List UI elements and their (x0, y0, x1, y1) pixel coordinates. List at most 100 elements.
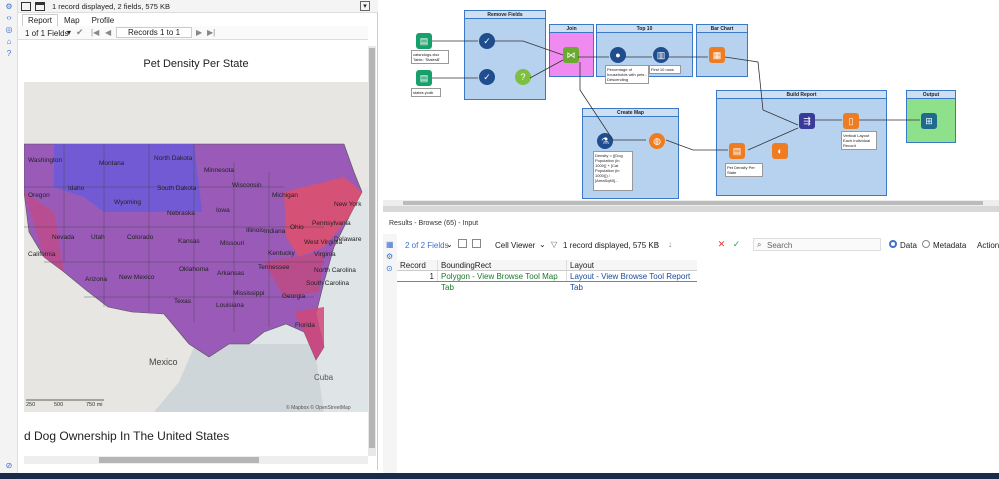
table-cell[interactable]: Polygon - View Browse Tool Map Tab (437, 271, 566, 292)
results-header: Results - Browse (65) - Input (389, 220, 479, 227)
code-icon[interactable]: ‹› (4, 13, 14, 23)
config-icon[interactable]: ⚙ (386, 252, 393, 261)
taskbar (0, 473, 999, 479)
report-navigation-bar: 1 of 1 Fields ▾ ✔ |◀ ◀ Records 1 to 1 ▶ … (18, 26, 368, 40)
search-input[interactable]: ⌕ Search (753, 238, 881, 251)
sort-up-icon[interactable]: ↑ (655, 240, 659, 249)
state-label: Michigan (272, 192, 298, 199)
info-icon[interactable]: ⊙ (386, 264, 393, 273)
state-label: Pennsylvania (312, 220, 351, 227)
table-cell: 1 (429, 272, 434, 281)
state-label: Utah (91, 234, 105, 241)
browse-status: 1 record displayed, 2 fields, 575 KB (52, 2, 170, 11)
results-table: Record BoundingRect Layout 1 Polygon - V… (397, 260, 697, 292)
filter-icon[interactable]: ▽ (551, 240, 557, 249)
state-label: Kentucky (268, 250, 295, 257)
tab-profile[interactable]: Profile (86, 14, 121, 26)
state-label: North Carolina (314, 267, 356, 274)
close-icon[interactable]: ✕ (716, 239, 727, 250)
first-record-icon[interactable]: |◀ (91, 28, 99, 37)
vertical-scrollbar[interactable] (368, 46, 376, 456)
column-header[interactable]: Record (397, 260, 437, 270)
state-label: South Dakota (157, 185, 197, 192)
state-label: Wisconsin (232, 182, 262, 189)
last-record-icon[interactable]: ▶| (207, 28, 215, 37)
metadata-radio[interactable] (922, 240, 930, 248)
check-icon[interactable]: ✔ (76, 27, 84, 38)
chevron-down-icon[interactable]: ⌄ (539, 240, 546, 249)
column-header[interactable]: Layout (566, 260, 697, 270)
sort-down-icon[interactable]: ↓ (668, 240, 672, 249)
browse-toolbar: 1 record displayed, 2 fields, 575 KB ▾ (18, 0, 378, 13)
help-icon[interactable]: ? (4, 49, 14, 59)
records-indicator: Records 1 to 1 (116, 27, 192, 38)
check-icon[interactable]: ✓ (731, 239, 742, 250)
settings-icon[interactable]: ⚙ (4, 2, 14, 12)
state-label: Texas (174, 298, 192, 305)
dropdown-icon[interactable]: ▾ (67, 28, 71, 37)
table-header-row: Record BoundingRect Layout (397, 260, 697, 271)
report-view: Pet Density Per State Washington Montana… (24, 46, 368, 446)
select-all-icon[interactable] (458, 239, 467, 248)
country-label: Cuba (314, 373, 334, 382)
state-label: Ohio (290, 224, 304, 231)
state-label: Tennessee (258, 264, 290, 271)
connector-lines (432, 40, 920, 151)
state-label: Oklahoma (179, 266, 209, 273)
table-cell[interactable]: Layout - View Browse Tool Report Tab (566, 271, 697, 292)
chevron-down-icon[interactable]: ⌄ (446, 240, 453, 249)
layout-single-icon[interactable] (21, 2, 31, 11)
data-radio[interactable] (889, 240, 897, 248)
state-label: Georgia (282, 293, 306, 300)
state-label: Iowa (216, 207, 230, 214)
left-icon-rail: ⚙ ‹› ◎ ⌂ ? ⊘ (0, 0, 18, 479)
results-side-rail: ▦ ⚙ ⊙ (383, 234, 397, 474)
workflow-canvas[interactable]: Remove Fields ✓ ✓ ? ▤ catsndogs.xlsx Tab… (383, 0, 999, 207)
fields-selector[interactable]: 1 of 1 Fields (25, 29, 69, 38)
state-label: Arkansas (217, 270, 245, 277)
data-radio-label: Data (900, 241, 917, 250)
country-label: Mexico (149, 357, 178, 367)
state-label: Colorado (127, 234, 154, 241)
cell-viewer-dropdown[interactable]: Cell Viewer (495, 241, 535, 250)
table-icon[interactable]: ▦ (386, 240, 394, 249)
results-toolbar: 2 of 2 Fields ⌄ Cell Viewer ⌄ ▽ 1 record… (403, 238, 999, 252)
horizontal-scrollbar[interactable] (24, 456, 368, 464)
state-label: Wyoming (114, 199, 141, 206)
target-icon[interactable]: ◎ (4, 25, 14, 35)
state-label: Montana (99, 160, 125, 167)
actions-menu[interactable]: Actions (977, 241, 999, 250)
tab-report[interactable]: Report (22, 14, 59, 26)
state-label: Florida (295, 322, 315, 329)
fields-dropdown[interactable]: 2 of 2 Fields (405, 241, 449, 250)
search-placeholder: Search (767, 241, 793, 250)
layout-split-icon[interactable] (35, 2, 45, 11)
prev-record-icon[interactable]: ◀ (105, 28, 111, 37)
tag-icon[interactable]: ⌂ (4, 37, 14, 47)
tab-map[interactable]: Map (58, 14, 86, 26)
next-record-icon[interactable]: ▶ (196, 28, 202, 37)
state-label: Arizona (85, 276, 107, 283)
browse-tabs: Report Map Profile (22, 14, 120, 26)
metadata-radio-label: Metadata (933, 241, 967, 250)
state-label: South Carolina (306, 280, 349, 287)
column-header[interactable]: BoundingRect (437, 260, 566, 270)
state-label: Oregon (28, 192, 50, 199)
table-row[interactable]: 1 Polygon - View Browse Tool Map Tab Lay… (397, 271, 697, 292)
state-label: Idaho (68, 185, 85, 192)
search-icon: ⌕ (757, 240, 762, 249)
state-label: Minnesota (204, 167, 234, 174)
state-label: Kansas (178, 238, 200, 245)
state-label: North Dakota (154, 155, 193, 162)
report-title: Pet Density Per State (143, 58, 249, 70)
scale-label: 250 (26, 402, 35, 408)
state-label: Washington (28, 157, 62, 164)
panel-menu-icon[interactable]: ▾ (360, 1, 370, 11)
state-label: Nevada (52, 234, 75, 241)
pet-density-map[interactable]: Washington Montana North Dakota Minnesot… (24, 82, 368, 412)
state-label: New Mexico (119, 274, 155, 281)
state-label: Mississippi (233, 290, 264, 297)
state-label: New York (334, 201, 362, 208)
deselect-icon[interactable] (472, 239, 481, 248)
no-icon[interactable]: ⊘ (4, 461, 14, 471)
